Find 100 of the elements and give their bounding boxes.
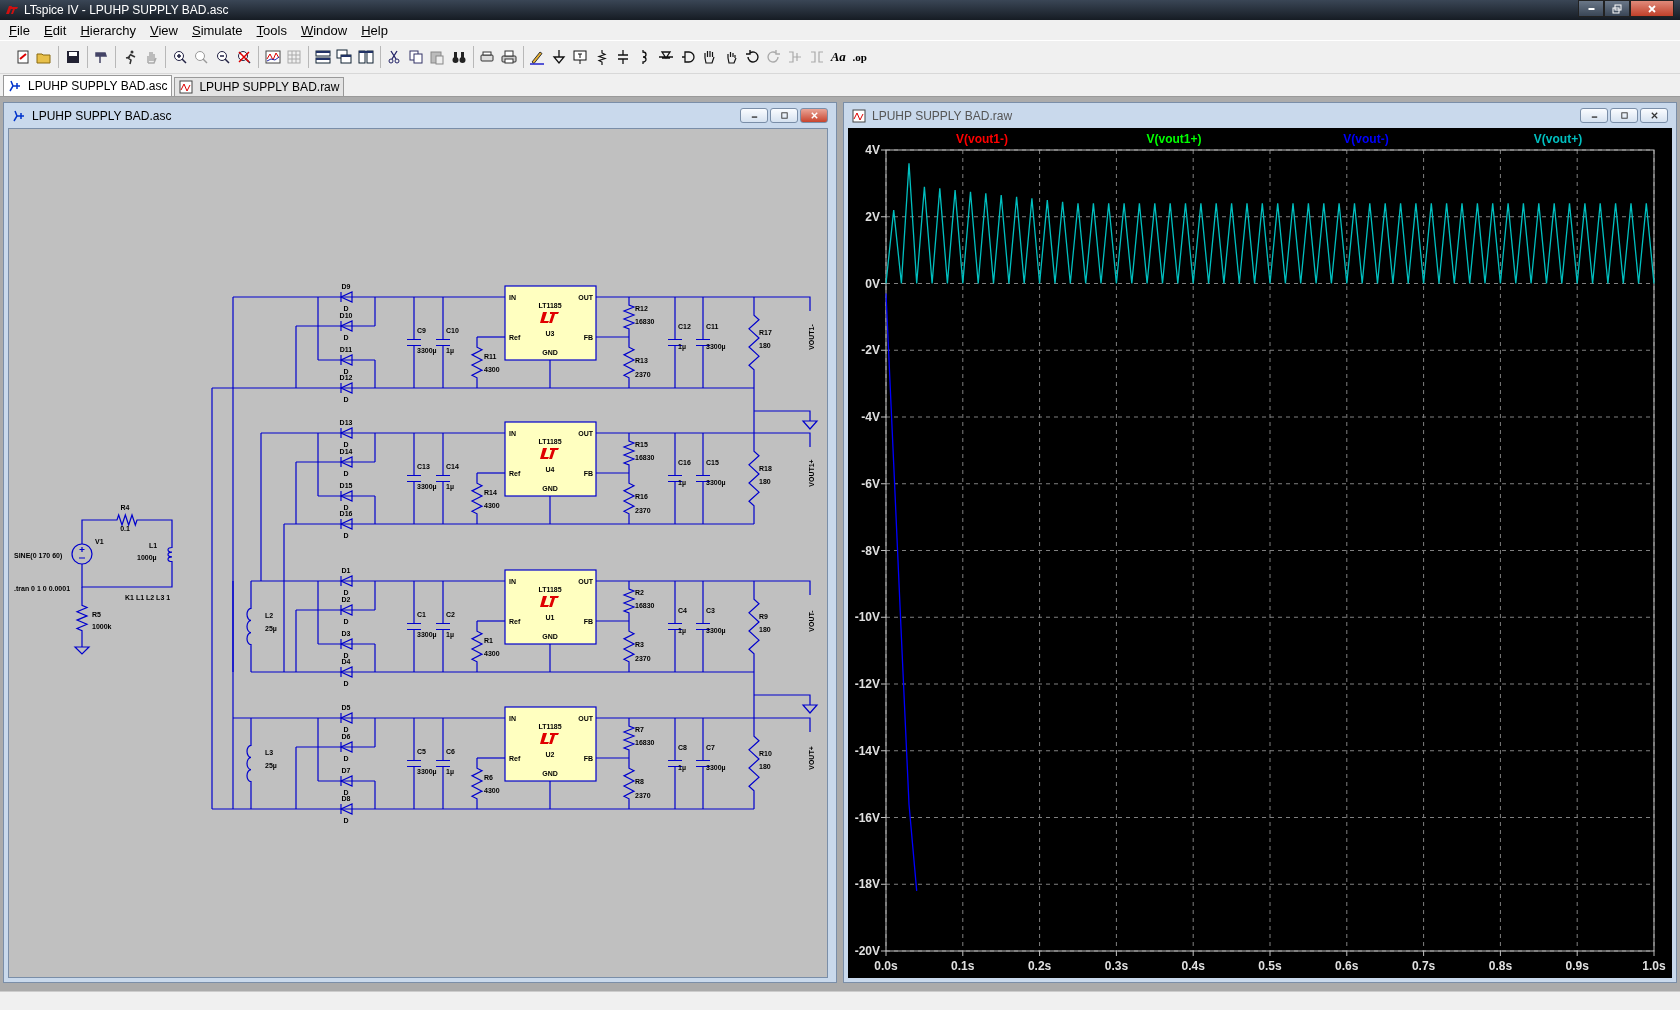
zoom-out-icon: [214, 49, 231, 65]
logo-icon: [540, 733, 559, 744]
axis-tick-label: 0V: [865, 276, 880, 291]
close-icon: [1647, 3, 1657, 14]
print-preview-icon: [479, 49, 496, 65]
vertical-tile-icon: [357, 49, 374, 65]
axis-tick-label: 0.8s: [1488, 959, 1513, 973]
diode-symbol: [340, 518, 353, 530]
resistor-symbol: [622, 717, 636, 759]
schematic-icon: [12, 108, 26, 123]
maximize-button[interactable]: [1604, 0, 1630, 17]
schematic-icon: [8, 79, 22, 93]
menu-item[interactable]: View: [143, 22, 185, 38]
zoom-cancel-icon: [236, 49, 253, 65]
axis-tick-label: 0.7s: [1411, 959, 1436, 973]
restore-icon: [1612, 3, 1622, 14]
diode-symbol: [340, 741, 353, 753]
resistor-symbol: [622, 580, 636, 622]
menu-item[interactable]: File: [2, 22, 37, 38]
axis-tick-label: -12V: [854, 677, 880, 691]
axis-tick-label: 1.0s: [1642, 959, 1666, 973]
axis-tick-label: 0.0s: [874, 959, 898, 973]
trace-legend-label[interactable]: V(vout1+): [1146, 132, 1202, 146]
trace-legend-label[interactable]: V(vout1-): [956, 132, 1008, 146]
close-icon: [1649, 111, 1659, 120]
axis-tick-label: 0.5s: [1258, 959, 1282, 973]
waveform-icon: [179, 80, 194, 94]
rotate-icon: [787, 49, 804, 65]
waveform-icon: [264, 49, 281, 65]
diode-symbol: [340, 320, 353, 332]
diode-symbol: [340, 712, 353, 724]
menu-item[interactable]: Simulate: [184, 22, 250, 38]
binoculars-icon: [450, 49, 467, 65]
axis-tick-label: 2V: [865, 209, 880, 224]
close-button[interactable]: [1630, 0, 1674, 17]
scissors-icon: [386, 49, 403, 65]
menu-item[interactable]: Tools: [249, 22, 294, 38]
resistor-symbol: [75, 596, 89, 640]
axis-tick-label: -2V: [861, 343, 880, 358]
close-icon: [809, 111, 819, 120]
resistor-symbol: [470, 757, 484, 810]
axis-tick-label: 4V: [865, 143, 880, 157]
diode-symbol: [340, 803, 353, 815]
axis-tick-label: -18V: [854, 877, 880, 892]
menu-item[interactable]: Help: [354, 22, 395, 38]
close-button[interactable]: [1640, 108, 1668, 123]
axis-tick-label: 0.3s: [1104, 959, 1129, 973]
wire: [595, 757, 630, 759]
save-icon: [64, 49, 81, 65]
resistor-symbol: [622, 336, 636, 389]
trace-legend-label[interactable]: V(vout+): [1533, 132, 1583, 146]
window-title: LPUHP SUPPLY BAD.asc: [32, 108, 173, 123]
resistor-symbol: [622, 757, 636, 810]
wire: [142, 519, 173, 538]
logo-icon: [540, 448, 559, 459]
axis-tick-label: -8V: [861, 543, 880, 558]
net-label-icon: [572, 49, 589, 65]
wire: [476, 757, 506, 759]
voltage-source-symbol: [71, 543, 93, 565]
new-schematic-icon: [14, 49, 31, 65]
wire: [476, 472, 506, 474]
diode-symbol: [340, 382, 353, 394]
axis-tick-label: -14V: [854, 743, 880, 758]
menu-item[interactable]: Edit: [36, 22, 74, 38]
maximize-icon: [1619, 111, 1629, 120]
toolbar-button[interactable]: Aa: [827, 46, 849, 68]
axis-tick-label: 0.4s: [1181, 959, 1205, 973]
undo-icon: [744, 49, 761, 65]
axis-tick-label: 0.6s: [1335, 959, 1359, 973]
wire: [595, 620, 630, 622]
inductor-symbol: [167, 536, 173, 573]
document-tab[interactable]: LPUHP SUPPLY BAD.asc: [3, 75, 173, 96]
minimize-button[interactable]: [1578, 0, 1604, 17]
resistor-symbol: [622, 432, 636, 474]
resistor-symbol: [470, 620, 484, 673]
resistor-symbol: [622, 620, 636, 673]
resistor-symbol: [470, 336, 484, 389]
magnifier-icon: [193, 49, 210, 65]
pencil-icon: [529, 49, 546, 65]
window-title: LTspice IV - LPUHP SUPPLY BAD.asc: [24, 3, 230, 17]
zoom-in-icon: [171, 49, 188, 65]
resistor-symbol: [470, 472, 484, 525]
menu-item[interactable]: Hierarchy: [73, 22, 143, 38]
diode-symbol: [340, 575, 353, 587]
toolbar-button[interactable]: .op: [849, 46, 871, 68]
wire: [476, 336, 506, 338]
axis-tick-label: -10V: [854, 610, 880, 625]
printer-icon: [500, 49, 517, 65]
drag-hand-icon: [701, 49, 718, 65]
logo-icon: [540, 312, 559, 323]
diode-symbol: [340, 291, 353, 303]
axis-tick-label: -20V: [854, 944, 880, 958]
app-logo-icon: [4, 4, 20, 16]
wire: [476, 620, 506, 622]
axis-tick-label: 0.9s: [1565, 959, 1589, 973]
horizontal-tile-icon: [314, 49, 331, 65]
menu-item[interactable]: Window: [293, 22, 355, 38]
diode-symbol: [340, 354, 353, 366]
ground-symbol: [73, 646, 91, 655]
document-tab[interactable]: LPUHP SUPPLY BAD.raw: [174, 77, 345, 96]
